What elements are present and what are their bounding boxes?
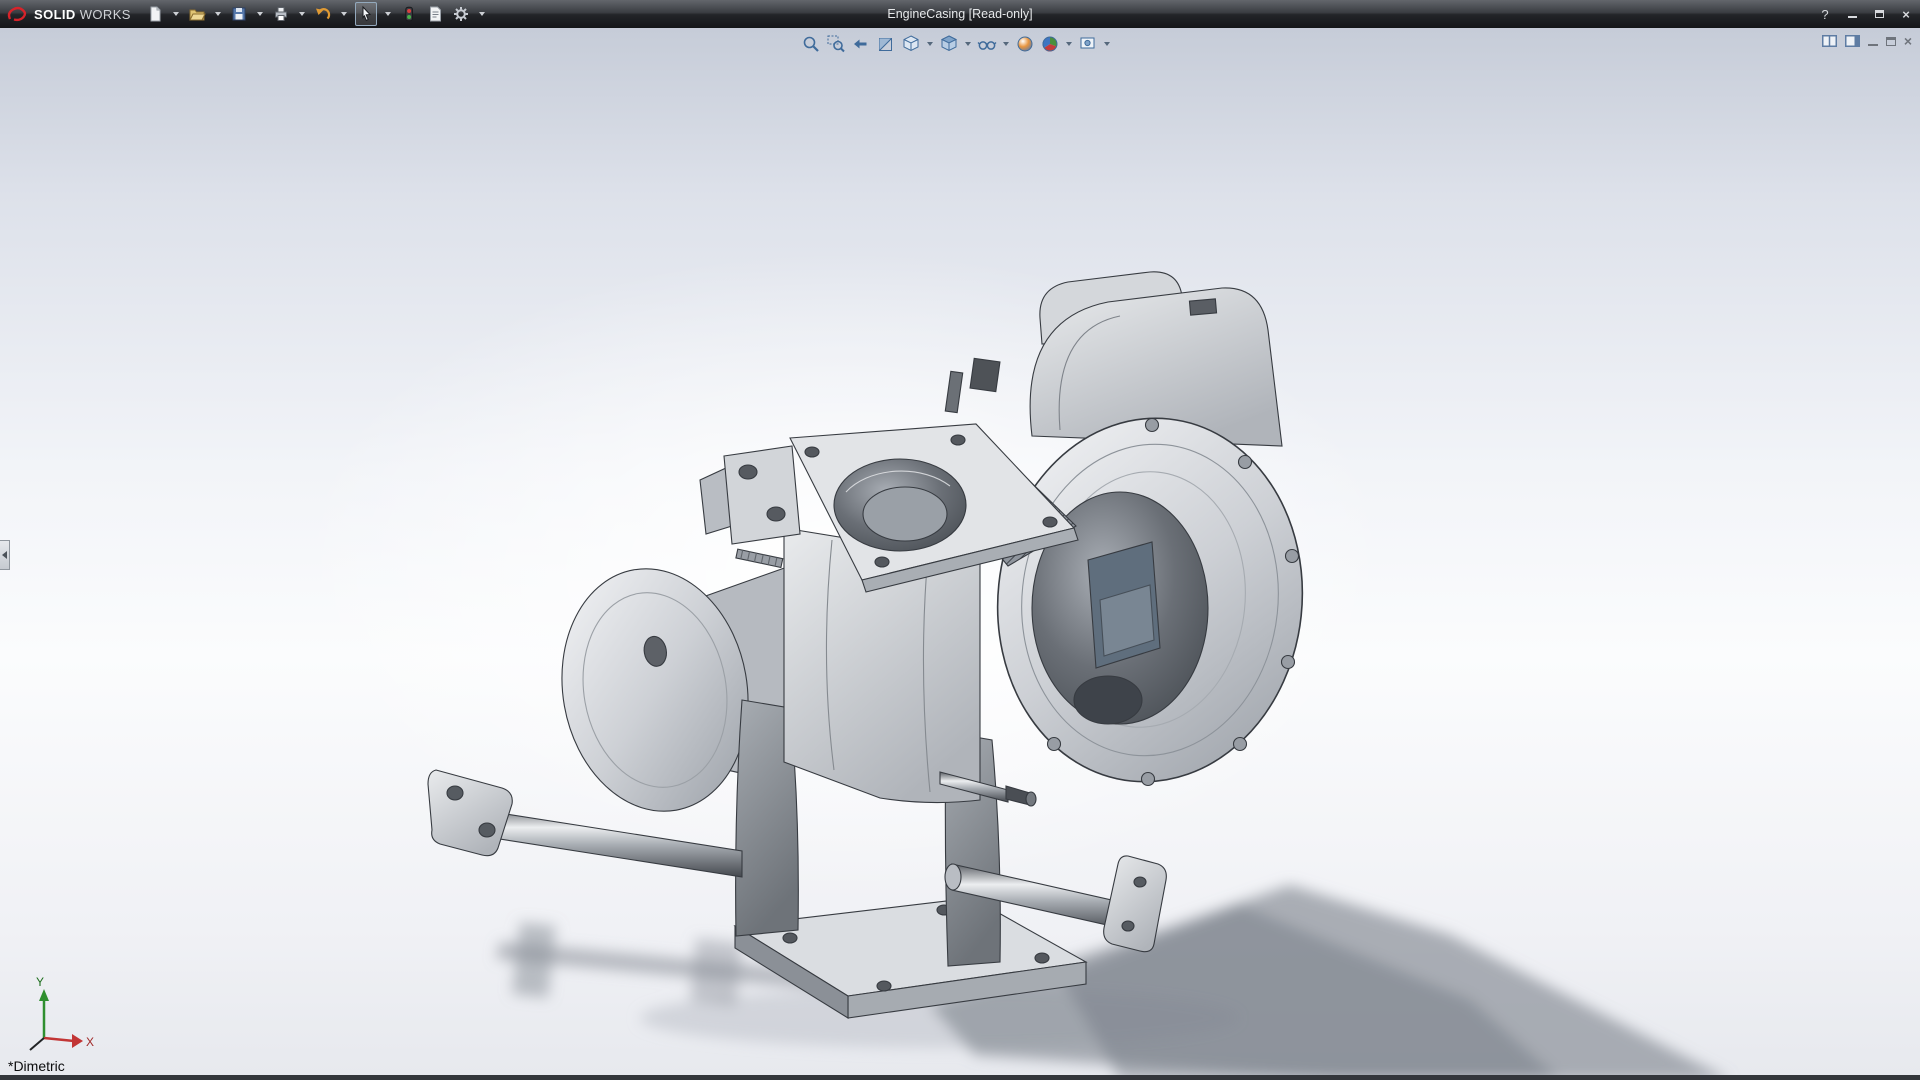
triad-x-label: X	[86, 1035, 94, 1049]
view-orientation-cube-icon	[901, 34, 921, 54]
minimize-icon	[1848, 10, 1857, 18]
file-properties-icon	[426, 5, 444, 23]
restore-button[interactable]	[1869, 5, 1889, 23]
minimize-icon	[1868, 37, 1878, 46]
brand-name-bold: SOLID	[34, 7, 76, 22]
dropdown-arrow-icon[interactable]	[479, 12, 485, 16]
undo-button[interactable]	[313, 2, 333, 26]
zoom-to-area-icon	[826, 34, 846, 54]
window-bottom-edge	[0, 1075, 1920, 1080]
dropdown-arrow-icon[interactable]	[257, 12, 263, 16]
chevron-left-icon	[2, 551, 7, 559]
dropdown-arrow-icon[interactable]	[299, 12, 305, 16]
document-restore-button[interactable]	[1886, 37, 1896, 46]
print-icon	[272, 5, 290, 23]
brand-name-light: WORKS	[80, 7, 131, 22]
zoom-to-area-button[interactable]	[825, 33, 847, 55]
view-orientation-label: *Dimetric	[8, 1058, 65, 1074]
undo-icon	[314, 5, 332, 23]
restore-icon	[1875, 10, 1884, 18]
document-close-button[interactable]: ×	[1904, 34, 1912, 48]
section-view-button[interactable]	[875, 33, 897, 55]
select-cursor-icon	[357, 5, 375, 23]
solidworks-logo-icon	[6, 5, 30, 23]
previous-view-button[interactable]	[850, 33, 872, 55]
new-document-icon	[146, 5, 164, 23]
split-pane-button[interactable]	[1822, 35, 1837, 47]
section-view-icon	[876, 34, 896, 54]
dropdown-arrow-icon[interactable]	[341, 12, 347, 16]
engine-casing-model[interactable]	[428, 272, 1320, 1018]
dropdown-arrow-icon[interactable]	[215, 12, 221, 16]
dropdown-arrow-icon[interactable]	[1066, 42, 1072, 46]
task-pane-button[interactable]	[1845, 35, 1860, 47]
dropdown-arrow-icon[interactable]	[1104, 42, 1110, 46]
dropdown-arrow-icon[interactable]	[173, 12, 179, 16]
triad-y-label: Y	[36, 975, 44, 989]
graphics-area[interactable]: Y X	[0, 0, 1920, 1080]
restore-icon	[1886, 37, 1896, 46]
print-button[interactable]	[271, 2, 291, 26]
orientation-triad: Y X	[30, 975, 94, 1050]
eyeglasses-icon	[977, 34, 997, 54]
threaded-stud[interactable]	[736, 549, 783, 567]
options-gear-icon	[452, 5, 470, 23]
zoom-to-fit-icon	[801, 34, 821, 54]
rebuild-button[interactable]	[399, 2, 419, 26]
display-style-button[interactable]	[938, 33, 960, 55]
window-controls: ? ×	[1815, 0, 1916, 28]
dropdown-arrow-icon[interactable]	[927, 42, 933, 46]
select-button[interactable]	[355, 2, 377, 26]
save-button[interactable]	[229, 2, 249, 26]
mounting-bracket[interactable]	[700, 446, 800, 544]
top-studs[interactable]	[945, 358, 1000, 412]
open-folder-icon	[188, 5, 206, 23]
document-minimize-button[interactable]	[1868, 37, 1878, 46]
help-button[interactable]: ?	[1815, 5, 1835, 23]
document-window-controls: ×	[1822, 34, 1912, 48]
hide-show-items-button[interactable]	[976, 33, 998, 55]
minimize-button[interactable]	[1842, 5, 1862, 23]
save-icon	[230, 5, 248, 23]
titlebar: SOLID WORKS	[0, 0, 1920, 28]
view-settings-icon	[1078, 34, 1098, 54]
open-button[interactable]	[187, 2, 207, 26]
previous-view-icon	[851, 34, 871, 54]
new-document-button[interactable]	[145, 2, 165, 26]
crankcase-housing[interactable]	[980, 403, 1320, 797]
dropdown-arrow-icon[interactable]	[1003, 42, 1009, 46]
edit-appearance-button[interactable]	[1014, 33, 1036, 55]
close-icon: ×	[1904, 34, 1912, 48]
task-pane-icon	[1845, 35, 1860, 47]
view-settings-button[interactable]	[1077, 33, 1099, 55]
close-button[interactable]: ×	[1896, 5, 1916, 23]
help-icon: ?	[1821, 7, 1828, 22]
panel-splitter-tab[interactable]	[0, 540, 10, 570]
zoom-to-fit-button[interactable]	[800, 33, 822, 55]
scene-ball-icon	[1040, 34, 1060, 54]
headsup-view-toolbar	[800, 33, 1112, 55]
file-properties-button[interactable]	[425, 2, 445, 26]
app-brand: SOLID WORKS	[0, 5, 145, 23]
view-orientation-button[interactable]	[900, 33, 922, 55]
close-icon: ×	[1902, 7, 1910, 22]
apply-scene-button[interactable]	[1039, 33, 1061, 55]
display-style-icon	[939, 34, 959, 54]
options-button[interactable]	[451, 2, 471, 26]
titlebar-toolbar	[145, 2, 487, 26]
dropdown-arrow-icon[interactable]	[385, 12, 391, 16]
appearance-ball-icon	[1015, 34, 1035, 54]
split-pane-icon	[1822, 35, 1837, 47]
dropdown-arrow-icon[interactable]	[965, 42, 971, 46]
rebuild-stoplight-icon	[400, 5, 418, 23]
